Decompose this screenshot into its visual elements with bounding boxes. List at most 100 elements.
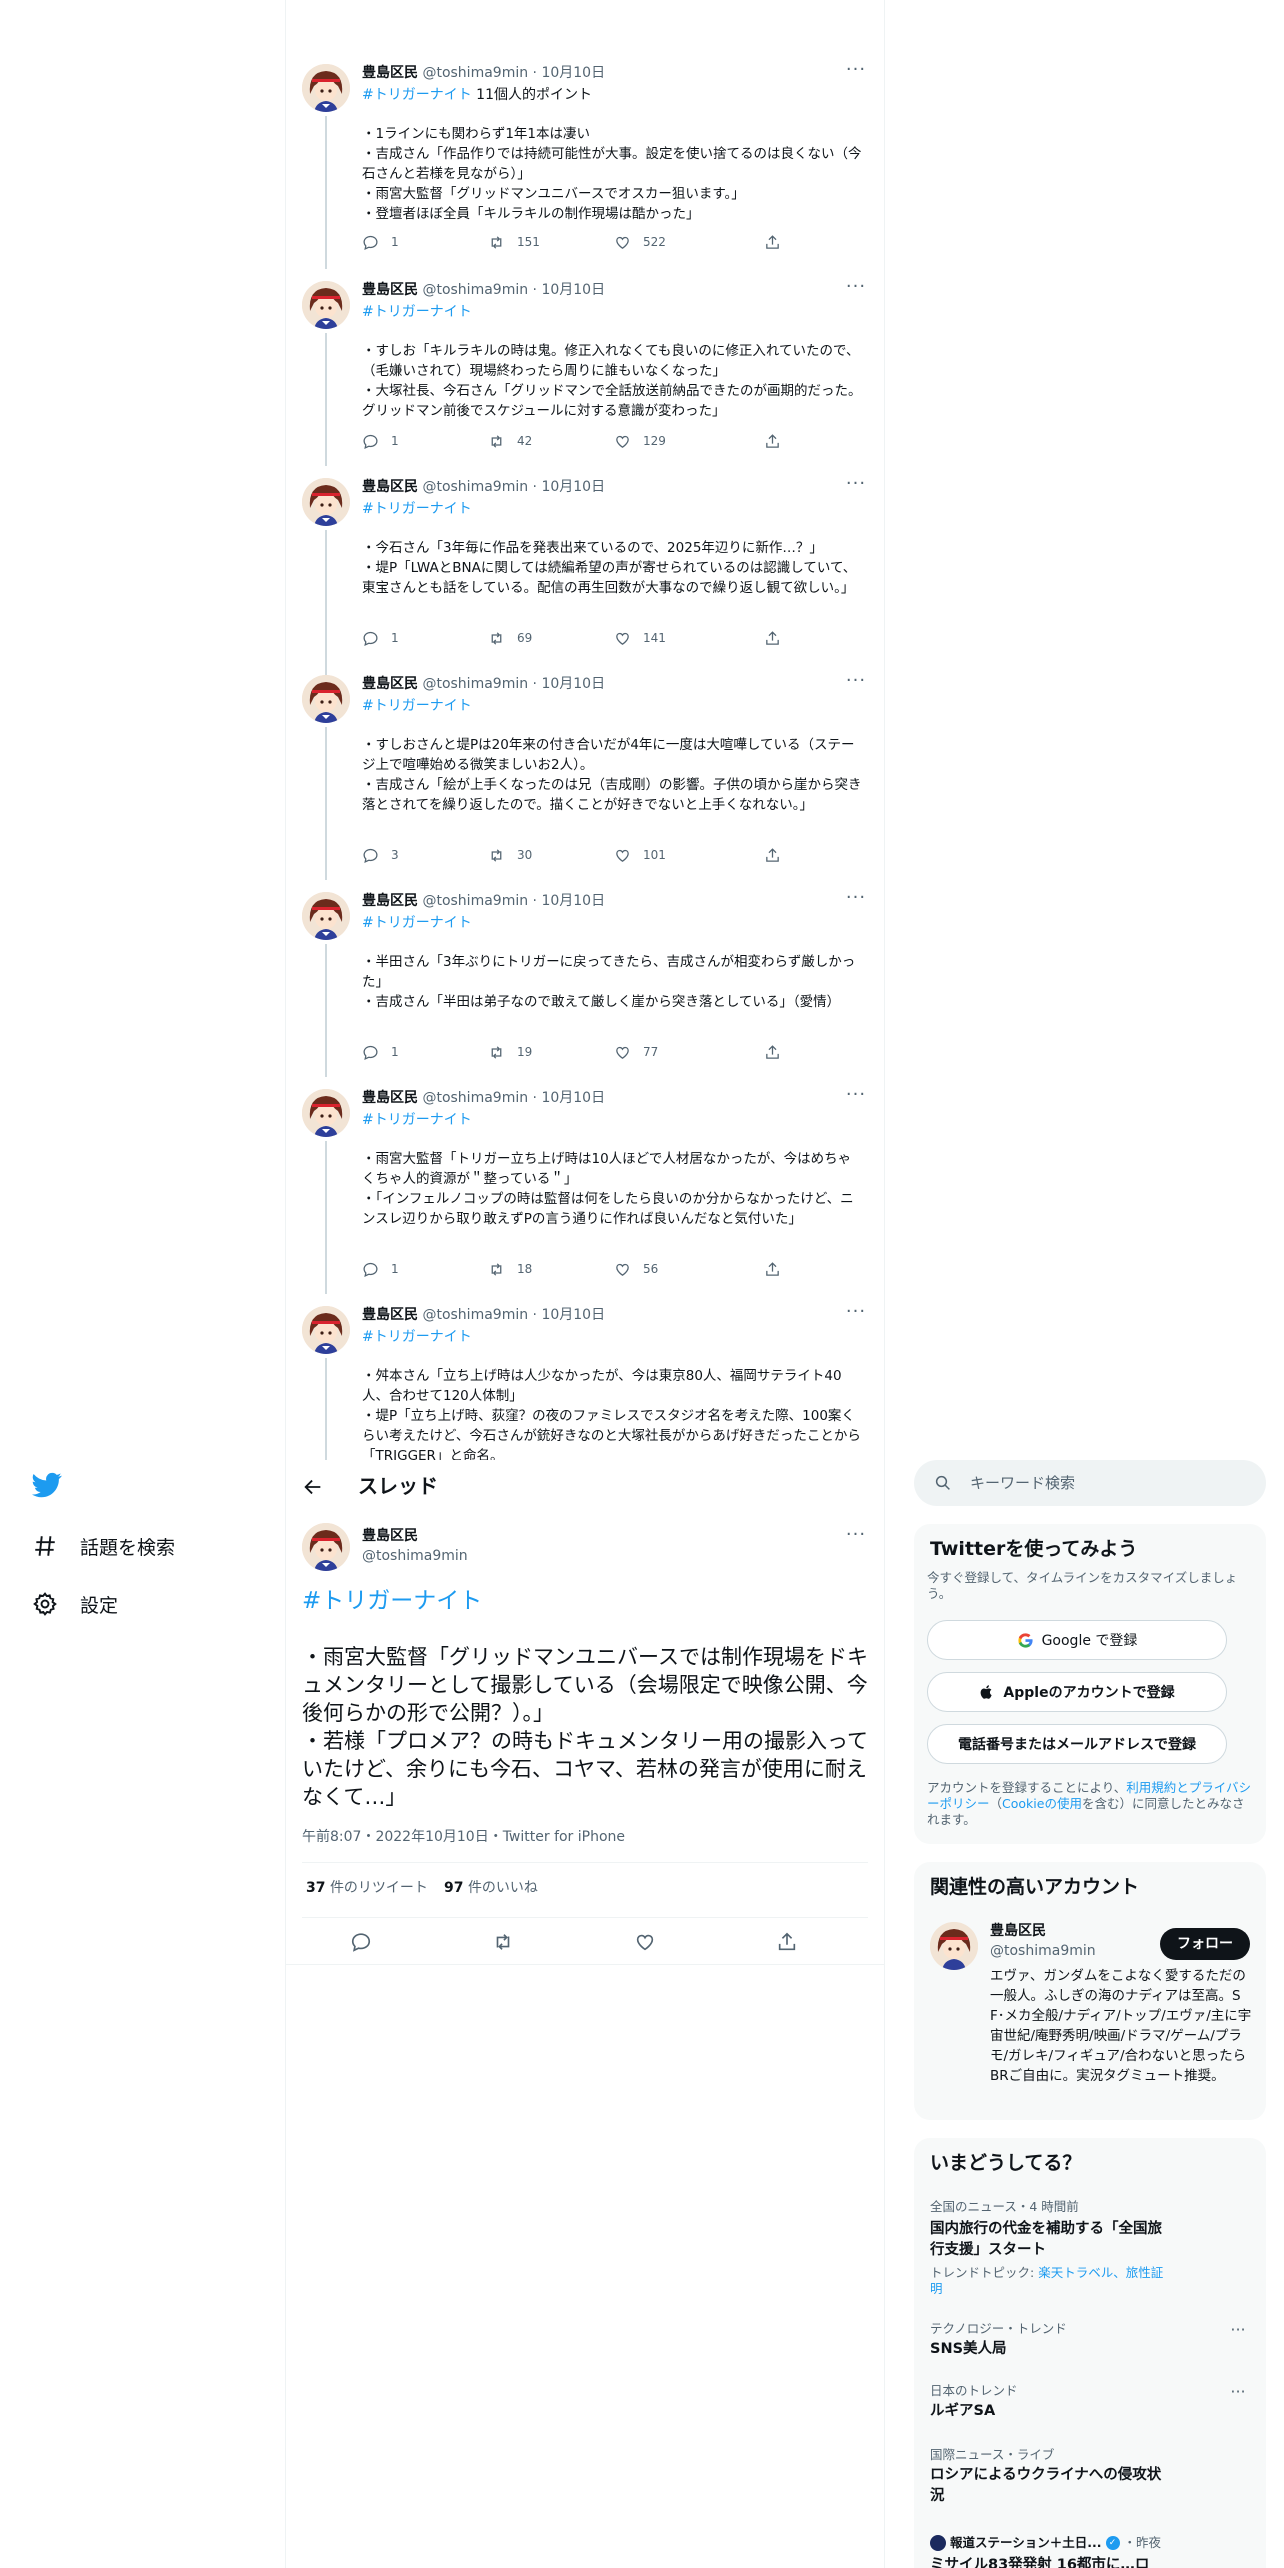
like-button[interactable]: 522 bbox=[614, 232, 666, 252]
author-name[interactable]: 豊島区民 bbox=[362, 282, 418, 298]
retweet-button[interactable]: 30 bbox=[488, 845, 532, 865]
author-handle[interactable]: @toshima9min bbox=[422, 65, 528, 81]
more-options-icon[interactable]: ··· bbox=[844, 277, 868, 301]
author-handle[interactable]: @toshima9min bbox=[422, 893, 528, 909]
apple-signup-button[interactable]: Appleのアカウントで登録 bbox=[927, 1672, 1227, 1712]
retweet-button[interactable]: 42 bbox=[488, 431, 532, 451]
hashtag-link[interactable]: #トリガーナイト bbox=[362, 914, 472, 932]
back-arrow-icon[interactable] bbox=[302, 1476, 324, 1498]
more-options-icon[interactable]: ··· bbox=[844, 1525, 868, 1549]
tweet-date[interactable]: 10月10日 bbox=[541, 65, 605, 81]
twitter-logo-icon[interactable] bbox=[32, 1470, 62, 1500]
sidebar-item-settings[interactable]: 設定 bbox=[32, 1584, 118, 1624]
trend-item[interactable]: 日本のトレンド ルギアSA bbox=[930, 2382, 1250, 2422]
author-name[interactable]: 豊島区民 bbox=[362, 479, 418, 495]
author-name[interactable]: 豊島区民 bbox=[362, 1090, 418, 1106]
reply-button[interactable]: 1 bbox=[362, 232, 399, 252]
retweet-stats[interactable]: 37 件のリツイート bbox=[306, 1879, 428, 1897]
thread-tweet[interactable]: 豊島区民 @toshima9min · 10月10日 ··· #トリガーナイト ・雨宮… bbox=[286, 1077, 884, 1294]
tweet-date[interactable]: 10月10日 bbox=[541, 1307, 605, 1323]
hashtag-text[interactable]: #トリガーナイト bbox=[362, 87, 472, 103]
avatar[interactable] bbox=[302, 64, 350, 112]
tweet-date[interactable]: 10月10日 bbox=[541, 479, 605, 495]
author-name[interactable]: 豊島区民 bbox=[362, 1307, 418, 1323]
share-button[interactable] bbox=[764, 1259, 781, 1279]
avatar[interactable] bbox=[930, 1922, 978, 1970]
hashtag-link[interactable]: #トリガーナイト bbox=[362, 1111, 472, 1129]
hashtag-link[interactable]: #トリガーナイト bbox=[362, 500, 472, 518]
thread-tweet[interactable]: 豊島区民 @toshima9min · 10月10日 ··· #トリガーナイト 11… bbox=[286, 52, 884, 269]
search-input[interactable]: キーワード検索 bbox=[914, 1460, 1266, 1506]
hashtag-link[interactable]: #トリガーナイト bbox=[362, 697, 472, 715]
retweet-button[interactable]: 18 bbox=[488, 1259, 532, 1279]
related-handle[interactable]: @toshima9min bbox=[990, 1942, 1096, 1960]
reply-button[interactable]: 1 bbox=[362, 431, 399, 451]
more-options-icon[interactable]: ··· bbox=[844, 474, 868, 498]
like-button[interactable]: 129 bbox=[614, 431, 666, 451]
avatar[interactable] bbox=[302, 1089, 350, 1137]
hashtag-text[interactable]: #トリガーナイト bbox=[362, 698, 472, 714]
share-button[interactable] bbox=[764, 845, 781, 865]
retweet-icon[interactable] bbox=[492, 1931, 514, 1953]
hashtag-text[interactable]: #トリガーナイト bbox=[362, 1112, 472, 1128]
tweet-date[interactable]: 10月10日 bbox=[541, 676, 605, 692]
avatar[interactable] bbox=[302, 892, 350, 940]
retweet-button[interactable]: 151 bbox=[488, 232, 540, 252]
author-name[interactable]: 豊島区民 bbox=[362, 893, 418, 909]
hashtag-link[interactable]: #トリガーナイト bbox=[362, 1328, 472, 1346]
trend-item[interactable]: 報道ステーション＋土日... ✓ ・昨夜 ミサイル83発発射 16都市に…ロ bbox=[930, 2534, 1250, 2568]
cookie-link[interactable]: Cookieの使用 bbox=[1002, 1796, 1082, 1811]
thread-tweet[interactable]: 豊島区民 @toshima9min · 10月10日 ··· #トリガーナイト ・半田… bbox=[286, 880, 884, 1077]
follow-button[interactable]: フォロー bbox=[1160, 1928, 1250, 1960]
hashtag-link[interactable]: #トリガーナイト bbox=[302, 1585, 482, 1617]
share-button[interactable] bbox=[764, 232, 781, 252]
reply-button[interactable]: 1 bbox=[362, 628, 399, 648]
avatar[interactable] bbox=[302, 675, 350, 723]
author-name[interactable]: 豊島区民 bbox=[362, 676, 418, 692]
author-handle[interactable]: @toshima9min bbox=[422, 282, 528, 298]
retweet-button[interactable]: 69 bbox=[488, 628, 532, 648]
like-stats[interactable]: 97 件のいいね bbox=[444, 1879, 538, 1897]
reply-button[interactable]: 3 bbox=[362, 845, 399, 865]
more-options-icon[interactable]: ··· bbox=[1228, 2382, 1248, 2401]
like-button[interactable]: 101 bbox=[614, 845, 666, 865]
retweet-button[interactable]: 19 bbox=[488, 1042, 532, 1062]
hashtag-text[interactable]: #トリガーナイト bbox=[362, 501, 472, 517]
share-button[interactable] bbox=[764, 628, 781, 648]
more-options-icon[interactable]: ··· bbox=[844, 671, 868, 695]
more-options-icon[interactable]: ··· bbox=[1228, 2320, 1248, 2339]
tweet-date[interactable]: 10月10日 bbox=[541, 893, 605, 909]
reply-icon[interactable] bbox=[350, 1931, 372, 1953]
google-signup-button[interactable]: Google で登録 bbox=[927, 1620, 1227, 1660]
author-handle[interactable]: @toshima9min bbox=[422, 1090, 528, 1106]
reply-button[interactable]: 1 bbox=[362, 1259, 399, 1279]
phone-signup-button[interactable]: 電話番号またはメールアドレスで登録 bbox=[927, 1724, 1227, 1764]
hashtag-link[interactable]: #トリガーナイト bbox=[362, 303, 472, 321]
tweet-date[interactable]: 10月10日 bbox=[541, 1090, 605, 1106]
author-handle[interactable]: @toshima9min bbox=[362, 1547, 468, 1565]
thread-tweet[interactable]: 豊島区民 @toshima9min · 10月10日 ··· #トリガーナイト ・今石… bbox=[286, 466, 884, 683]
more-options-icon[interactable]: ··· bbox=[844, 1085, 868, 1109]
related-name[interactable]: 豊島区民 bbox=[990, 1922, 1046, 1940]
author-handle[interactable]: @toshima9min bbox=[422, 479, 528, 495]
hashtag-link[interactable]: #トリガーナイト 11個人的ポイント bbox=[362, 86, 592, 104]
avatar[interactable] bbox=[302, 1306, 350, 1354]
like-button[interactable]: 141 bbox=[614, 628, 666, 648]
trend-item[interactable]: 全国のニュース・4 時間前 国内旅行の代金を補助する「全国旅行支援」スタート ト… bbox=[930, 2198, 1250, 2297]
share-icon[interactable] bbox=[776, 1931, 798, 1953]
like-icon[interactable] bbox=[634, 1931, 656, 1953]
tweet-date[interactable]: 10月10日 bbox=[541, 282, 605, 298]
thread-tweet[interactable]: 豊島区民 @toshima9min · 10月10日 ··· #トリガーナイト ・すし… bbox=[286, 269, 884, 466]
author-name[interactable]: 豊島区民 bbox=[362, 65, 418, 81]
like-button[interactable]: 77 bbox=[614, 1042, 658, 1062]
share-button[interactable] bbox=[764, 431, 781, 451]
like-button[interactable]: 56 bbox=[614, 1259, 658, 1279]
author-name[interactable]: 豊島区民 bbox=[362, 1527, 418, 1545]
more-options-icon[interactable]: ··· bbox=[844, 888, 868, 912]
hashtag-text[interactable]: #トリガーナイト bbox=[362, 1329, 472, 1345]
hashtag-text[interactable]: #トリガーナイト bbox=[362, 915, 472, 931]
more-options-icon[interactable]: ··· bbox=[844, 1302, 868, 1326]
trend-item[interactable]: テクノロジー・トレンド SNS美人局 bbox=[930, 2320, 1250, 2360]
reply-button[interactable]: 1 bbox=[362, 1042, 399, 1062]
hashtag-text[interactable]: #トリガーナイト bbox=[362, 304, 472, 320]
